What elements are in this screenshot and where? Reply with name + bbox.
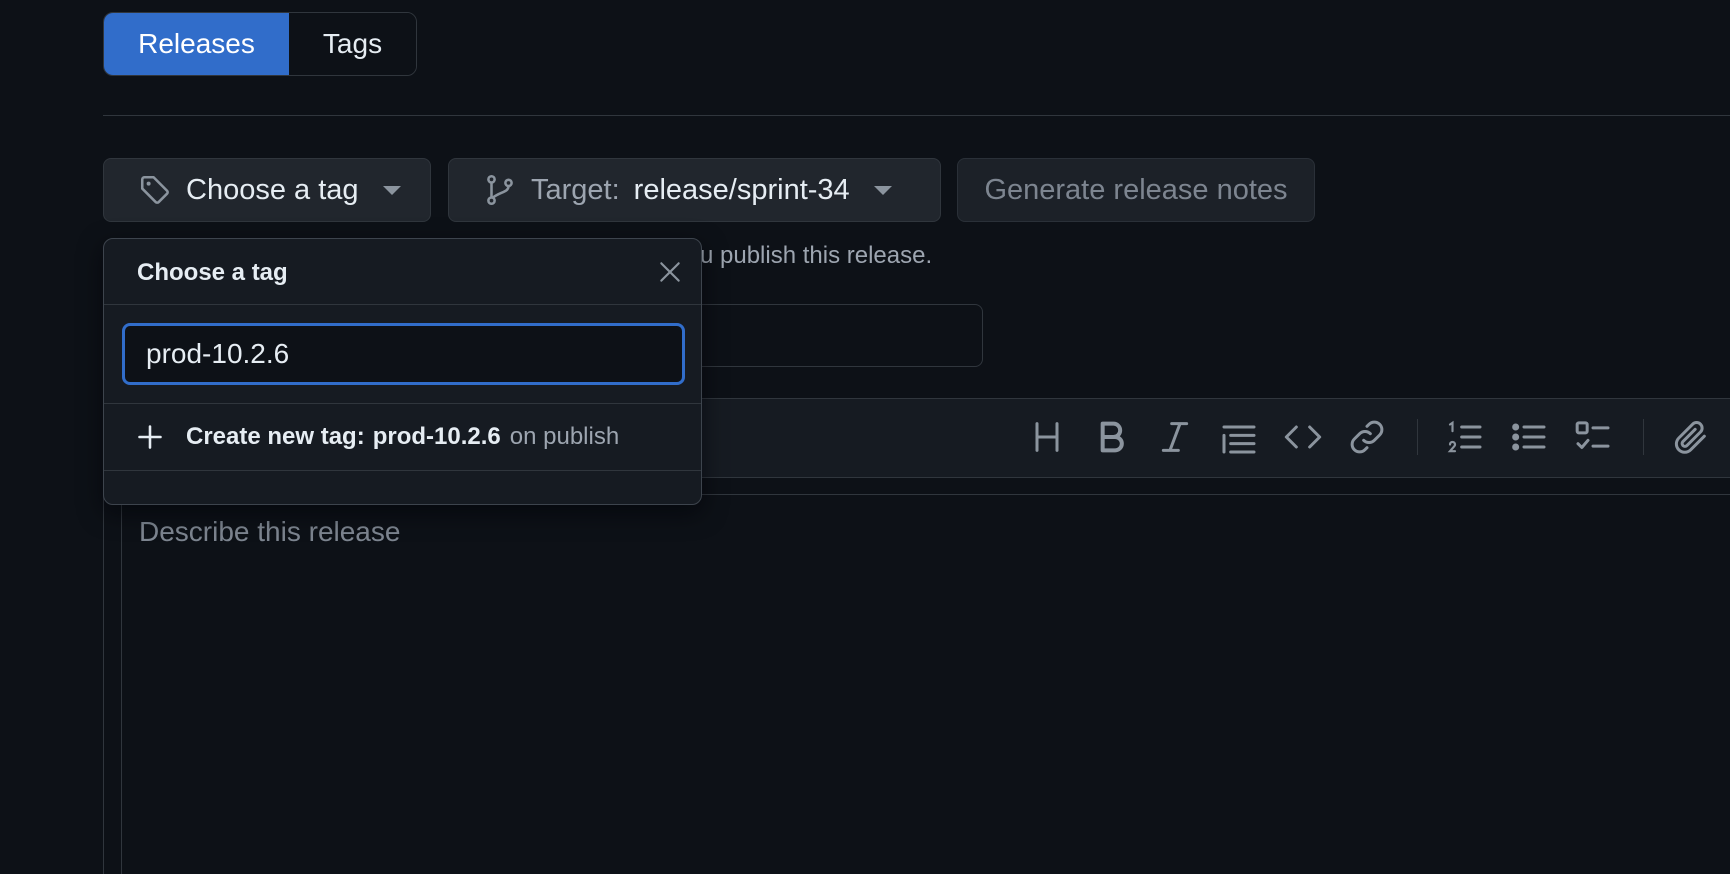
attach-icon[interactable] xyxy=(1671,417,1711,457)
generate-release-notes-button[interactable]: Generate release notes xyxy=(957,158,1315,222)
code-icon[interactable] xyxy=(1283,417,1323,457)
task-list-icon[interactable] xyxy=(1573,417,1613,457)
tag-search-input[interactable] xyxy=(122,323,685,385)
create-tag-lead: Create new tag: xyxy=(186,423,365,450)
tags-tab[interactable]: Tags xyxy=(289,13,416,75)
releases-tab[interactable]: Releases xyxy=(104,13,289,75)
toolbar-separator xyxy=(1643,419,1644,455)
target-prefix-label: Target: xyxy=(531,173,620,206)
tag-icon xyxy=(140,175,169,204)
popover-title: Choose a tag xyxy=(137,259,288,286)
heading-icon[interactable] xyxy=(1027,417,1067,457)
plus-icon xyxy=(138,425,162,449)
unordered-list-icon[interactable] xyxy=(1509,417,1549,457)
choose-tag-button[interactable]: Choose a tag xyxy=(103,158,431,222)
quote-icon[interactable] xyxy=(1219,417,1259,457)
target-branch-button[interactable]: Target: release/sprint-34 xyxy=(448,158,941,222)
create-tag-suffix: on publish xyxy=(509,423,620,450)
choose-tag-popover: Choose a tag Create new tag: prod-10.2.6… xyxy=(103,238,702,505)
bold-icon[interactable] xyxy=(1091,417,1131,457)
header-divider xyxy=(103,115,1730,116)
toolbar-separator xyxy=(1417,419,1418,455)
choose-tag-label: Choose a tag xyxy=(186,173,359,206)
link-icon[interactable] xyxy=(1347,417,1387,457)
close-icon[interactable] xyxy=(657,259,683,285)
italic-icon[interactable] xyxy=(1155,417,1195,457)
generate-release-notes-label: Generate release notes xyxy=(984,173,1288,206)
popover-header: Choose a tag xyxy=(104,239,701,305)
chevron-down-icon xyxy=(382,185,401,195)
git-branch-icon xyxy=(487,174,513,206)
tag-helper-text: u publish this release. xyxy=(700,242,933,269)
release-description-textarea[interactable] xyxy=(121,494,1730,874)
popover-divider xyxy=(104,470,701,471)
chevron-down-icon xyxy=(873,185,892,195)
release-description-placeholder: Describe this release xyxy=(139,516,401,547)
create-tag-name: prod-10.2.6 xyxy=(372,423,501,450)
create-new-tag-item[interactable]: Create new tag: prod-10.2.6 on publish xyxy=(104,404,701,470)
releases-tags-toggle: Releases Tags xyxy=(103,12,417,76)
target-branch-value: release/sprint-34 xyxy=(633,173,850,206)
ordered-list-icon[interactable] xyxy=(1445,417,1485,457)
